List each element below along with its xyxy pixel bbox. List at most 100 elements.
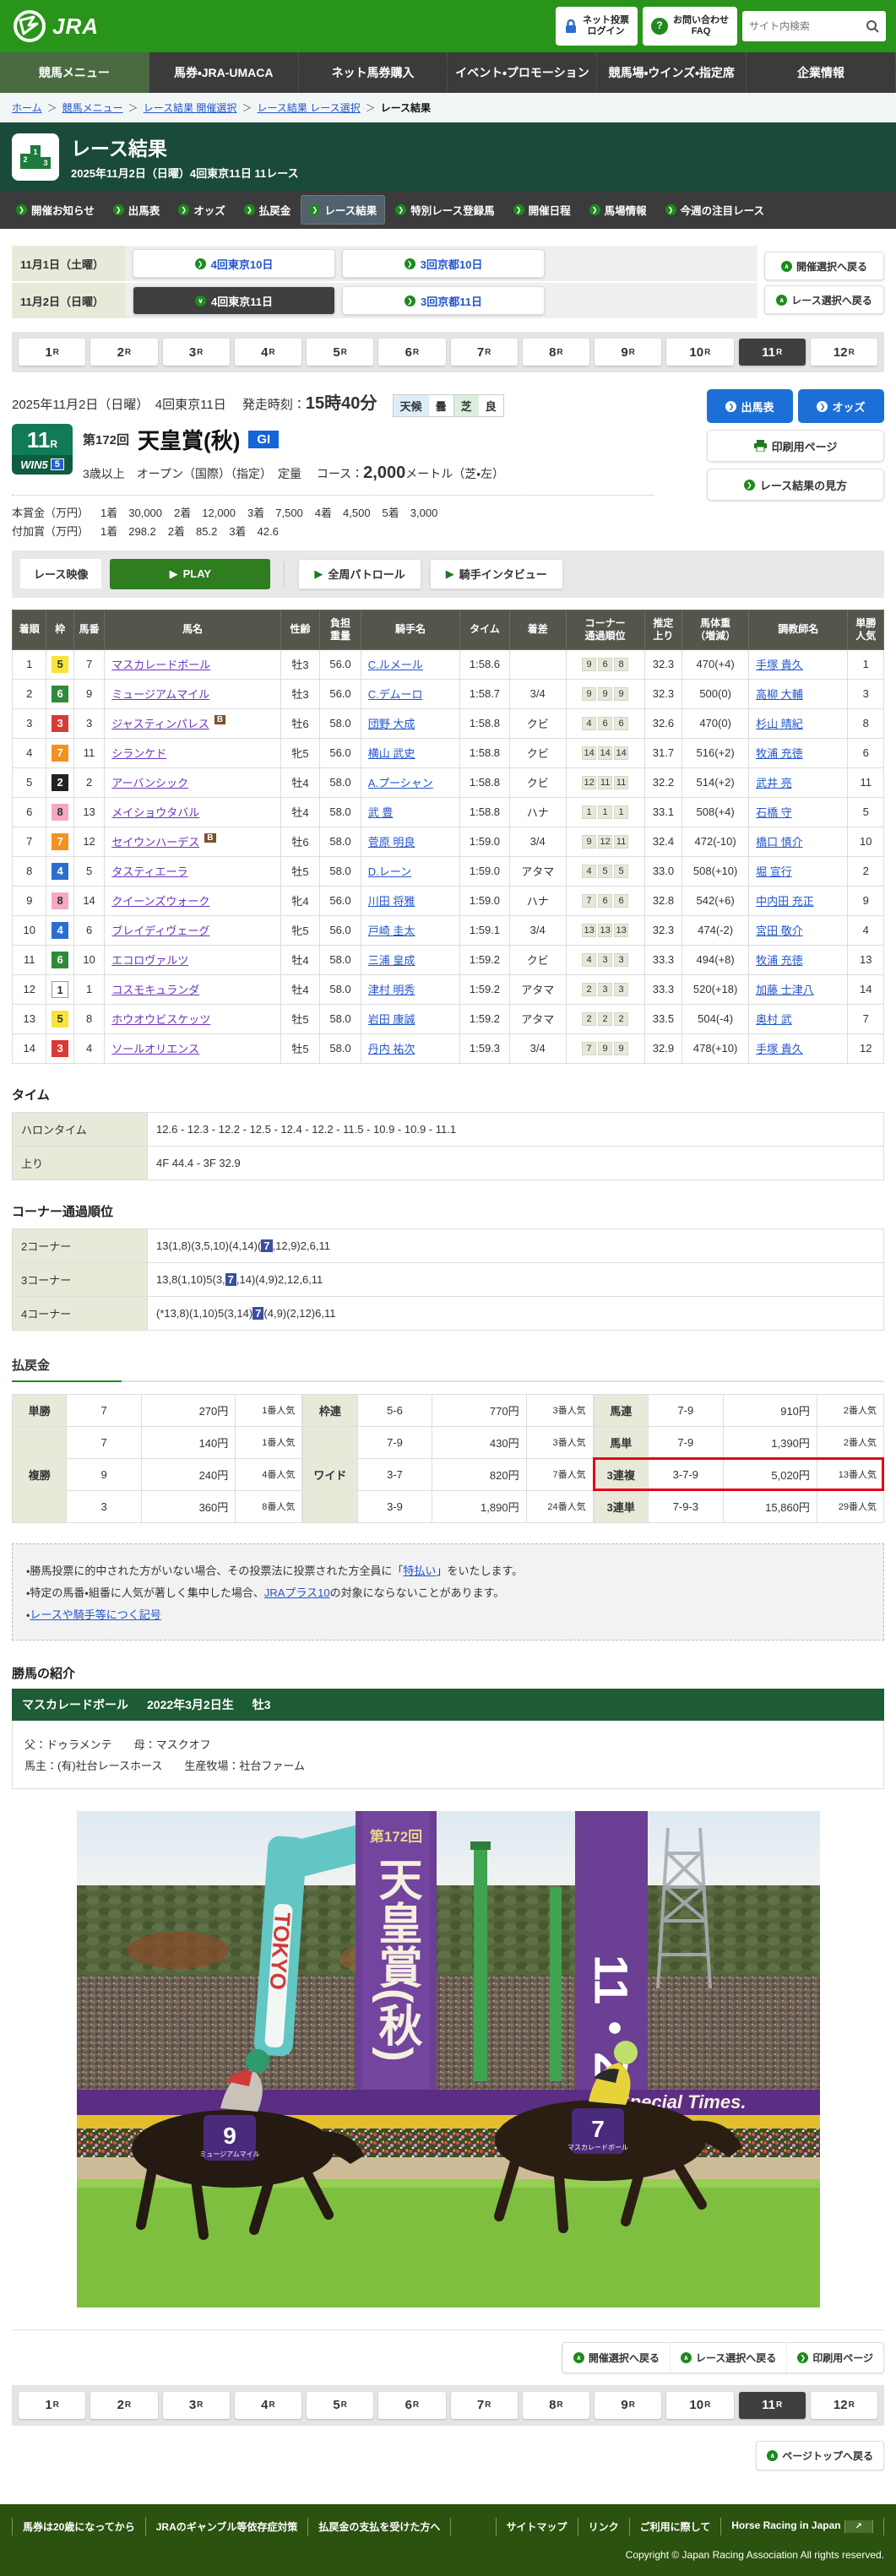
trainer-link[interactable]: 中内田 充正 [756, 895, 814, 908]
horse-name-link[interactable]: メイショウタバル [111, 806, 199, 819]
jockey-link[interactable]: 団野 大成 [368, 718, 415, 730]
jockey-link[interactable]: 川田 将雅 [368, 895, 415, 908]
page-top-button[interactable]: ∧ページトップへ戻る [756, 2441, 884, 2470]
horse-name-link[interactable]: ホウオウビスケッツ [111, 1013, 210, 1026]
trainer-link[interactable]: 堀 宣行 [756, 865, 792, 878]
race-number-button[interactable]: 12R [811, 339, 877, 366]
race-number-button[interactable]: 10R [666, 339, 733, 366]
trainer-link[interactable]: 加藤 士津八 [756, 984, 814, 996]
race-number-button[interactable]: 7R [451, 2392, 518, 2419]
trainer-link[interactable]: 武井 亮 [756, 777, 792, 789]
subnav-item[interactable]: ❯馬場情報 [582, 196, 654, 224]
horse-name-link[interactable]: ソールオリエンス [111, 1043, 199, 1055]
result-guide-button[interactable]: ❯レース結果の見方 [707, 469, 884, 501]
play-button[interactable]: ▶PLAY [110, 559, 270, 589]
horse-name-link[interactable]: アーバンシック [111, 777, 188, 789]
race-number-button[interactable]: 9R [595, 339, 661, 366]
main-nav-item[interactable]: ネット馬券購入 [299, 52, 448, 93]
trainer-link[interactable]: 手塚 貴久 [756, 1043, 803, 1055]
jockey-link[interactable]: A.プーシャン [368, 777, 433, 789]
horse-name-link[interactable]: ミュージアムマイル [111, 688, 209, 701]
footer-link[interactable]: Horse Racing in Japan↗ [720, 2518, 884, 2535]
meeting-button[interactable]: ❯3回京都11日 [342, 286, 545, 315]
race-number-button[interactable]: 11R [739, 339, 806, 366]
jockey-link[interactable]: 三浦 皇成 [368, 954, 415, 967]
race-number-button[interactable]: 6R [378, 2392, 445, 2419]
trainer-link[interactable]: 橋口 慎介 [756, 836, 803, 849]
race-number-button[interactable]: 8R [523, 339, 589, 366]
note-link[interactable]: 特払い [403, 1565, 436, 1577]
breadcrumb-link[interactable]: 競馬メニュー [62, 102, 123, 114]
trainer-link[interactable]: 奥村 武 [756, 1013, 792, 1026]
subnav-item[interactable]: ❯出馬表 [106, 196, 168, 224]
jockey-link[interactable]: C.デムーロ [368, 688, 423, 701]
jockey-link[interactable]: 丹内 祐次 [368, 1043, 415, 1055]
back-to-meeting-button[interactable]: ∧開催選択へ戻る [764, 252, 884, 280]
trainer-link[interactable]: 宮田 敬介 [756, 925, 803, 937]
note-link[interactable]: JRAプラス10 [264, 1586, 330, 1599]
faq-button[interactable]: ? お問い合わせFAQ [643, 7, 737, 46]
footer-link[interactable]: 払戻金の支払を受けた方へ [307, 2518, 451, 2535]
main-nav-item[interactable]: 企業情報 [747, 52, 896, 93]
bottom-button[interactable]: ❯印刷用ページ [786, 2343, 883, 2373]
horse-name-link[interactable]: ブレイディヴェーグ [111, 925, 209, 937]
horse-name-link[interactable]: コスモキュランダ [111, 984, 199, 996]
race-number-button[interactable]: 2R [90, 2392, 157, 2419]
race-number-button[interactable]: 4R [235, 2392, 301, 2419]
main-nav-item[interactable]: イベント・プロモーション [448, 52, 597, 93]
race-number-button[interactable]: 4R [235, 339, 301, 366]
jockey-link[interactable]: D.レーン [368, 865, 411, 878]
bottom-button[interactable]: ∧開催選択へ戻る [562, 2343, 670, 2373]
note-link[interactable]: レースや騎手等につく記号 [30, 1608, 160, 1621]
subnav-item[interactable]: ❯開催お知らせ [8, 196, 102, 224]
trainer-link[interactable]: 杉山 晴紀 [756, 718, 803, 730]
race-number-button[interactable]: 3R [163, 2392, 230, 2419]
jockey-interview-button[interactable]: ▶騎手インタビュー [430, 559, 563, 589]
race-number-button[interactable]: 3R [163, 339, 230, 366]
subnav-item[interactable]: ❯オッズ [171, 196, 233, 224]
odds-button[interactable]: ❯オッズ [798, 389, 884, 423]
subnav-item[interactable]: ❯今週の注目レース [658, 196, 772, 224]
subnav-item[interactable]: ❯レース結果 [301, 196, 384, 224]
horse-name-link[interactable]: シランケド [111, 747, 166, 760]
search-input[interactable] [749, 20, 866, 32]
race-number-button[interactable]: 2R [90, 339, 157, 366]
horse-name-link[interactable]: セイウンハーデス [111, 836, 199, 849]
trainer-link[interactable]: 牧浦 充徳 [756, 747, 803, 760]
horse-name-link[interactable]: クイーンズウォーク [111, 895, 209, 908]
horse-name-link[interactable]: ジャスティンパレス [111, 718, 209, 730]
subnav-item[interactable]: ❯開催日程 [506, 196, 578, 224]
race-number-button[interactable]: 10R [666, 2392, 733, 2419]
footer-link[interactable]: 馬券は20歳になってから [12, 2518, 145, 2535]
footer-link[interactable]: JRAのギャンブル等依存症対策 [145, 2518, 308, 2535]
jockey-link[interactable]: 岩田 康誠 [368, 1013, 415, 1026]
horse-name-link[interactable]: エコロヴァルツ [111, 954, 188, 967]
jra-logo[interactable]: JRA [12, 8, 99, 44]
jockey-link[interactable]: 戸崎 圭太 [368, 925, 415, 937]
meeting-button[interactable]: ∨4回東京11日 [133, 286, 335, 315]
race-number-button[interactable]: 1R [19, 2392, 85, 2419]
meeting-button[interactable]: ❯4回東京10日 [133, 249, 335, 278]
jockey-link[interactable]: 武 豊 [368, 806, 394, 819]
trainer-link[interactable]: 手塚 貴久 [756, 659, 803, 671]
race-number-button[interactable]: 8R [523, 2392, 589, 2419]
main-nav-item[interactable]: 競馬場・ウインズ・指定席 [597, 52, 747, 93]
print-page-button[interactable]: 印刷用ページ [707, 430, 884, 462]
meeting-button[interactable]: ❯3回京都10日 [342, 249, 545, 278]
race-number-button[interactable]: 1R [19, 339, 85, 366]
subnav-item[interactable]: ❯払戻金 [236, 196, 299, 224]
race-number-button[interactable]: 12R [811, 2392, 877, 2419]
trainer-link[interactable]: 石橋 守 [756, 806, 792, 819]
footer-link[interactable]: ご利用に際して [629, 2518, 721, 2535]
race-number-button[interactable]: 6R [378, 339, 445, 366]
trainer-link[interactable]: 牧浦 充徳 [756, 954, 803, 967]
main-nav-item[interactable]: 競馬メニュー [0, 52, 149, 93]
breadcrumb-link[interactable]: ホーム [12, 102, 42, 114]
back-to-race-select-button[interactable]: ∧レース選択へ戻る [764, 285, 884, 314]
jockey-link[interactable]: C.ルメール [368, 659, 423, 671]
trainer-link[interactable]: 高柳 大輔 [756, 688, 803, 701]
race-number-button[interactable]: 7R [451, 339, 518, 366]
race-number-button[interactable]: 11R [739, 2392, 806, 2419]
race-number-button[interactable]: 5R [307, 2392, 373, 2419]
patrol-video-button[interactable]: ▶全周パトロール [298, 559, 421, 589]
